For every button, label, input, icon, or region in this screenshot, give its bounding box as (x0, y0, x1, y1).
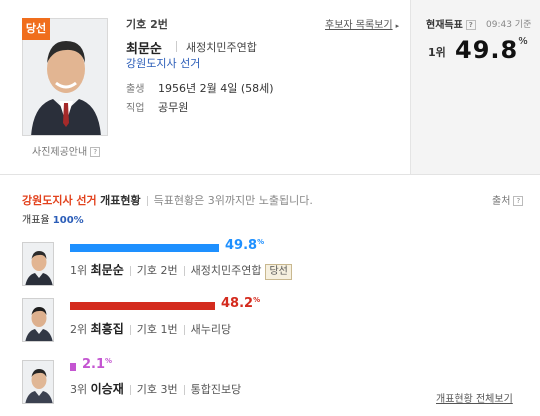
candidate-row[interactable]: 2위 최흥집 기호 1번 새누리당 (70, 320, 231, 337)
vote-bar (70, 244, 219, 252)
vote-bar (70, 302, 215, 310)
vote-percent: 2.1% (82, 357, 112, 372)
source-label: 출처 (492, 196, 511, 207)
vote-percent-unit: % (105, 357, 113, 365)
person-photo-icon (23, 299, 53, 341)
candidate-row[interactable]: 3위 이승재 기호 3번 통합진보당 (70, 380, 241, 397)
birth-label: 출생 (126, 84, 145, 95)
election-link[interactable]: 강원도지사 선거 (126, 55, 200, 71)
row-divider (129, 385, 131, 395)
help-icon[interactable]: ? (90, 147, 101, 157)
birth-value: 1956년 2월 4일 (58세) (158, 82, 274, 95)
candidate-row-number: 기호 2번 (136, 264, 178, 277)
row-divider (129, 325, 131, 335)
source-link[interactable]: 출처? (492, 192, 524, 207)
job-value: 공무원 (158, 101, 189, 114)
candidate-list-link[interactable]: 후보자 목록보기 ▸ (325, 16, 399, 31)
current-value-unit: % (518, 36, 529, 47)
vote-percent-unit: % (257, 238, 265, 246)
row-divider (129, 266, 131, 276)
view-all-results-link[interactable]: 개표현황 전체보기 (436, 390, 513, 405)
candidate-thumb[interactable] (22, 360, 54, 404)
person-photo-icon (23, 361, 53, 403)
candidate-rank: 2위 (70, 323, 88, 336)
help-icon[interactable]: ? (513, 196, 524, 206)
row-divider (183, 266, 185, 276)
header-divider (146, 196, 148, 206)
count-rate: 개표율 100% (22, 211, 84, 226)
winner-tag: 당선 (265, 264, 292, 280)
candidate-thumb[interactable] (22, 298, 54, 342)
birth-row: 출생 1956년 2월 4일 (58세) (126, 80, 274, 96)
vote-percent-value: 48.2 (221, 296, 254, 311)
candidate-row-party: 통합진보당 (190, 383, 242, 396)
candidate-party: 새정치민주연합 (186, 41, 257, 54)
candidate-rank: 1위 (70, 264, 88, 277)
current-vote-value: 49.8% (455, 36, 529, 64)
vote-percent-value: 49.8 (225, 238, 258, 253)
photo-info-label: 사진제공안내 (32, 147, 88, 158)
status-note: 득표현황은 3위까지만 노출됩니다. (153, 194, 313, 207)
job-row: 직업 공무원 (126, 99, 188, 115)
arrow-right-icon: ▸ (395, 22, 400, 30)
candidate-thumb[interactable] (22, 242, 54, 286)
candidate-row-name: 최흥집 (90, 322, 124, 336)
candidate-number: 기호 2번 (126, 18, 168, 31)
candidate-rank: 3위 (70, 383, 88, 396)
current-vote-time: 09:43 기준 (486, 20, 532, 30)
job-label: 직업 (126, 103, 145, 114)
status-header: 강원도지사 선거 개표현황 득표현황은 3위까지만 노출됩니다. (22, 192, 313, 208)
current-value-number: 49.8 (455, 36, 519, 64)
current-vote-label: 현재득표? (426, 16, 476, 31)
candidate-row-name: 이승재 (90, 382, 124, 396)
candidate-row[interactable]: 1위 최문순 기호 2번 새정치민주연합 당선 (70, 261, 292, 280)
count-rate-value: 100% (52, 215, 84, 226)
vote-bar (70, 363, 76, 371)
vote-percent-unit: % (253, 296, 261, 304)
winner-badge: 당선 (22, 18, 50, 40)
candidate-row-number: 기호 3번 (136, 383, 178, 396)
photo-info-link[interactable]: 사진제공안내? (32, 143, 101, 158)
candidate-row-number: 기호 1번 (136, 323, 178, 336)
person-photo-icon (23, 243, 53, 285)
candidate-row-party: 새정치민주연합 (190, 264, 262, 277)
current-rank: 1위 (428, 46, 446, 59)
vote-percent: 49.8% (225, 238, 264, 253)
vote-percent-value: 2.1 (82, 357, 106, 372)
status-title: 강원도지사 선거 (22, 194, 97, 207)
row-divider (183, 385, 185, 395)
help-icon[interactable]: ? (465, 20, 476, 30)
section-divider (0, 174, 540, 175)
candidate-row-name: 최문순 (90, 263, 124, 277)
vote-percent: 48.2% (221, 296, 260, 311)
name-divider (176, 41, 177, 52)
status-title-suffix: 개표현황 (100, 194, 141, 207)
count-rate-label: 개표율 (22, 215, 50, 226)
candidate-row-party: 새누리당 (190, 323, 232, 336)
current-vote-text: 현재득표 (426, 20, 463, 31)
candidate-list-label: 후보자 목록보기 (325, 20, 393, 31)
row-divider (183, 325, 185, 335)
